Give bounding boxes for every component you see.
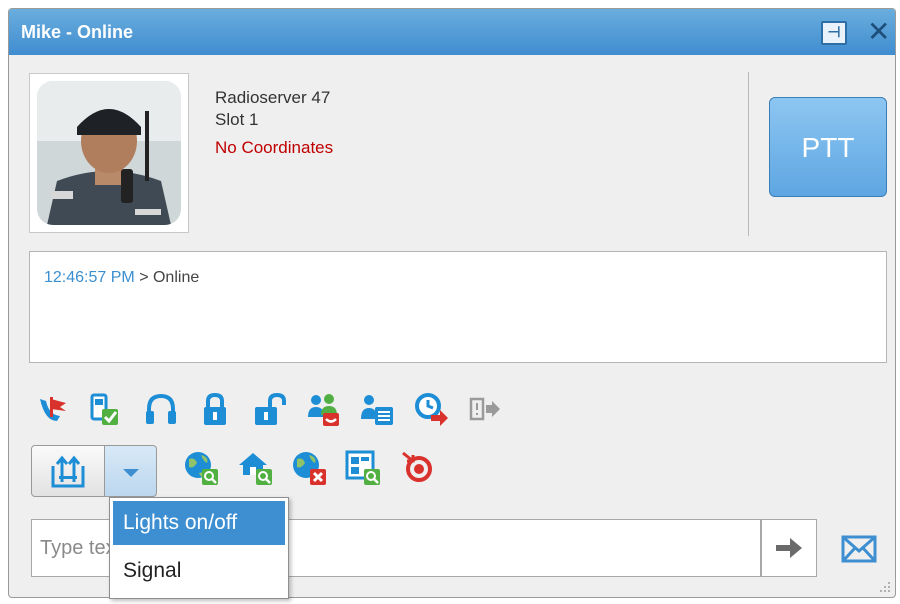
menu-item-signal[interactable]: Signal — [113, 549, 285, 593]
exit-icon[interactable] — [467, 391, 503, 427]
title-bar[interactable]: Mike - Online ⊣ ✕ — [9, 9, 895, 55]
pin-icon[interactable]: ⊣ — [821, 21, 847, 45]
dropdown-toggle-button[interactable] — [104, 445, 157, 497]
device-status-icon[interactable] — [85, 391, 121, 427]
track-record-icon[interactable] — [399, 449, 435, 485]
alarm-flag-icon[interactable] — [35, 391, 71, 427]
resize-grip-icon[interactable] — [878, 580, 892, 594]
officer-photo — [37, 81, 181, 225]
upload-action-icon — [51, 455, 85, 488]
group-call-icon[interactable] — [305, 391, 341, 427]
map-search-icon[interactable] — [345, 449, 381, 485]
send-button[interactable] — [761, 519, 817, 577]
log-message: Online — [152, 269, 200, 286]
unlock-icon[interactable] — [251, 391, 287, 427]
slot-label: Slot 1 — [215, 110, 259, 129]
log-separator: > — [139, 269, 149, 286]
location-query-icon[interactable] — [183, 449, 219, 485]
arrow-right-icon — [776, 538, 802, 558]
coordinates-status: No Coordinates — [215, 138, 334, 157]
avatar — [29, 73, 189, 233]
home-location-icon[interactable] — [237, 449, 273, 485]
chevron-down-icon — [123, 469, 139, 477]
action-split-button — [31, 445, 157, 497]
event-log: 12:46:57 PM > Online — [29, 251, 887, 363]
divider — [748, 72, 749, 236]
server-name: Radioserver 47 — [215, 88, 331, 107]
window-title: Mike - Online — [21, 22, 134, 42]
subscriber-info: Radioserver 47 Slot 1 No Coordinates — [215, 87, 333, 159]
schedule-forward-icon[interactable] — [413, 391, 449, 427]
user-list-icon[interactable] — [359, 391, 395, 427]
close-icon[interactable]: ✕ — [867, 15, 890, 49]
mail-icon[interactable] — [837, 527, 881, 571]
action-button[interactable] — [31, 445, 105, 497]
location-remove-icon[interactable] — [291, 449, 327, 485]
action-dropdown-menu: Lights on/off Signal — [109, 497, 289, 599]
log-time: 12:46:57 PM — [44, 269, 135, 286]
headset-icon[interactable] — [143, 391, 179, 427]
log-entry: 12:46:57 PM > Online — [44, 269, 199, 287]
lock-icon[interactable] — [197, 391, 233, 427]
menu-item-lights[interactable]: Lights on/off — [113, 501, 285, 545]
ptt-button[interactable]: PTT — [769, 97, 887, 197]
